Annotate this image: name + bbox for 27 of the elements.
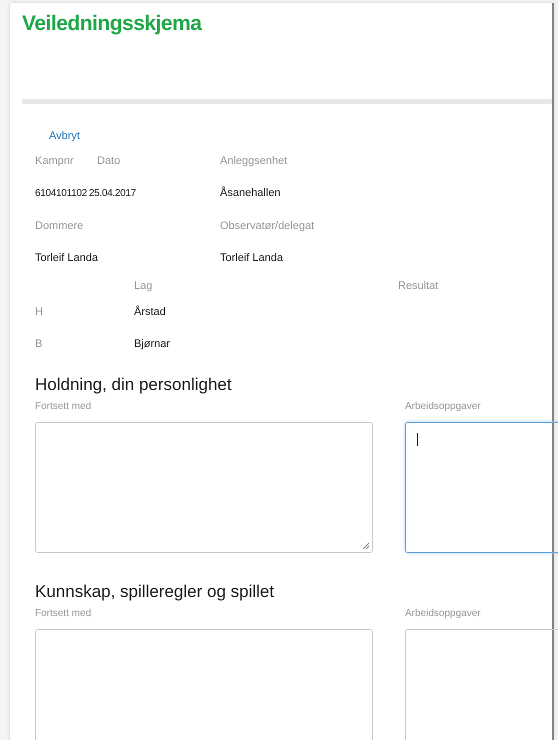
field-label: Observatør/delegat: [220, 219, 314, 234]
field-label: Dato: [97, 154, 122, 170]
field-label: Arbeidsoppgaver: [405, 606, 481, 620]
section-heading: Kunnskap, spilleregler og spillet: [35, 580, 274, 602]
column-header: Lag: [134, 279, 154, 294]
field-label: Anleggsenhet: [220, 154, 288, 170]
field-value: 6104101102: [35, 187, 87, 201]
section-heading: Holdning, din personlighet: [35, 374, 232, 396]
team-name: Årstad: [134, 304, 166, 320]
field-label: Kampnr: [35, 154, 75, 170]
field-value: Åsanehallen: [220, 185, 281, 202]
team-name: Bjørnar: [134, 337, 170, 352]
field-label: Fortsett med: [35, 606, 92, 620]
team-side: B: [35, 337, 44, 352]
page-title: Veiledningsskjema: [22, 11, 202, 37]
column-header: Resultat: [398, 279, 438, 294]
text-area[interactable]: [35, 628, 373, 740]
field-label: Fortsett med: [35, 400, 92, 414]
field-value: Torleif Landa: [35, 251, 99, 266]
team-side: H: [35, 305, 44, 320]
text-cursor: [417, 432, 418, 446]
field-value: 25.04.2017: [88, 187, 136, 201]
resize-handle-icon[interactable]: [362, 542, 369, 548]
cancel-link[interactable]: Avbryt: [49, 128, 80, 144]
field-value: Torleif Landa: [220, 251, 283, 266]
field-label: Arbeidsoppgaver: [405, 400, 481, 414]
field-label: Dommere: [35, 219, 84, 234]
